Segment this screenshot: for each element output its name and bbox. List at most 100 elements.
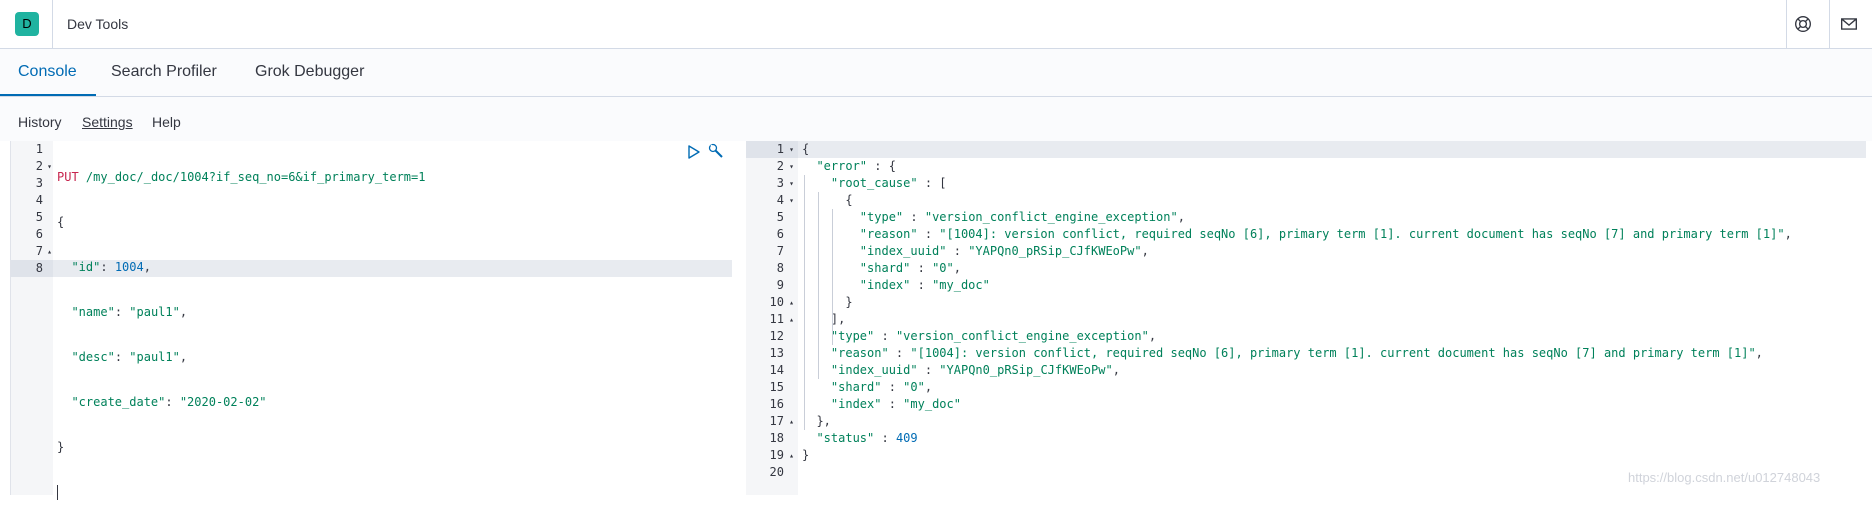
active-tab-indicator bbox=[0, 94, 96, 96]
json-value: "my_doc" bbox=[903, 397, 961, 411]
top-header: D Dev Tools bbox=[0, 0, 1872, 49]
app-logo[interactable]: D bbox=[15, 12, 39, 36]
line-number: 1 bbox=[35, 142, 43, 156]
fold-toggle-icon[interactable]: ▴ bbox=[789, 447, 794, 464]
line-number: 10 ▴ bbox=[769, 294, 794, 311]
json-punctuation: : bbox=[917, 363, 940, 377]
fold-toggle-icon[interactable]: ▴ bbox=[789, 413, 794, 430]
line-number: 13 bbox=[769, 346, 784, 360]
json-key: "index" bbox=[830, 397, 882, 411]
response-line: }, bbox=[802, 413, 1792, 430]
line-number: 17 ▴ bbox=[769, 413, 794, 430]
fold-toggle-icon[interactable]: ▴ bbox=[789, 294, 794, 311]
line-number: 5 bbox=[35, 210, 43, 224]
json-value: "paul1" bbox=[129, 350, 180, 364]
json-value: "2020-02-02" bbox=[179, 395, 267, 409]
line-number: 2 ▾ bbox=[35, 158, 52, 175]
response-line: "index" : "my_doc" bbox=[802, 277, 1792, 294]
response-line: "reason" : "[1004]: version conflict, re… bbox=[802, 226, 1792, 243]
fold-toggle-icon[interactable]: ▴ bbox=[789, 311, 794, 328]
tab-console[interactable]: Console bbox=[18, 63, 77, 81]
json-value: 409 bbox=[895, 431, 918, 445]
line-number: 4 bbox=[35, 193, 43, 207]
json-punctuation: }, bbox=[816, 414, 831, 428]
brace: { bbox=[57, 215, 65, 229]
json-punctuation: , bbox=[1141, 244, 1149, 258]
json-key: "type" bbox=[830, 329, 875, 343]
json-value: "YAPQn0_pRSip_CJfKWEoPw" bbox=[968, 244, 1142, 258]
history-link[interactable]: History bbox=[18, 114, 62, 130]
fold-toggle-icon[interactable]: ▾ bbox=[789, 192, 794, 209]
response-code[interactable]: { "error" : { "root_cause" : [ { "type" … bbox=[802, 141, 1792, 481]
line-number: 3 bbox=[35, 176, 43, 190]
json-punctuation: : [ bbox=[917, 176, 947, 190]
response-line: "type" : "version_conflict_engine_except… bbox=[802, 209, 1792, 226]
request-editor[interactable]: 1 2 ▾ 3 4 5 6 7 ▴ 8 PUT /my_doc/_doc/1004?… bbox=[10, 141, 732, 500]
line-number: 18 bbox=[769, 431, 784, 445]
response-line: { bbox=[802, 141, 1792, 158]
response-line: "root_cause" : [ bbox=[802, 175, 1792, 192]
wrench-icon[interactable] bbox=[707, 143, 725, 161]
json-value: "YAPQn0_pRSip_CJfKWEoPw" bbox=[939, 363, 1113, 377]
line-number: 2 ▾ bbox=[776, 158, 794, 175]
response-line: } bbox=[802, 294, 1792, 311]
indent-guide bbox=[804, 175, 805, 430]
json-value: "[1004]: version conflict, required seqN… bbox=[939, 227, 1785, 241]
fold-toggle-icon[interactable]: ▾ bbox=[789, 141, 794, 158]
fold-toggle-icon[interactable]: ▾ bbox=[789, 158, 794, 175]
line-number: 12 bbox=[769, 329, 784, 343]
header-divider bbox=[1829, 0, 1830, 49]
json-punctuation: { bbox=[845, 193, 853, 207]
tab-search-profiler[interactable]: Search Profiler bbox=[111, 63, 217, 81]
line-number: 7 bbox=[776, 244, 784, 258]
tab-grok-debugger[interactable]: Grok Debugger bbox=[255, 63, 364, 81]
json-value: "[1004]: version conflict, required seqN… bbox=[910, 346, 1756, 360]
json-punctuation: : bbox=[946, 244, 969, 258]
app-title: Dev Tools bbox=[67, 16, 129, 32]
json-punctuation: , bbox=[1112, 363, 1120, 377]
response-line: "reason" : "[1004]: version conflict, re… bbox=[802, 345, 1792, 362]
json-key: "index" bbox=[859, 278, 911, 292]
mail-icon[interactable] bbox=[1840, 15, 1858, 33]
line-number: 16 bbox=[769, 397, 784, 411]
help-link[interactable]: Help bbox=[152, 114, 181, 130]
send-request-icon[interactable] bbox=[687, 145, 701, 159]
json-punctuation: ], bbox=[830, 312, 846, 326]
text-cursor bbox=[57, 485, 58, 500]
devtools-tabs: Console Search Profiler Grok Debugger bbox=[0, 49, 1872, 97]
json-value: "0" bbox=[903, 380, 925, 394]
json-punctuation: : bbox=[888, 346, 911, 360]
json-key: "name" bbox=[71, 305, 115, 319]
fold-toggle-icon[interactable]: ▴ bbox=[47, 243, 52, 260]
json-punctuation: , bbox=[1148, 329, 1157, 343]
json-punctuation: : bbox=[881, 397, 904, 411]
response-viewer[interactable]: 1 ▾ 2 ▾ 3 ▾ 4 ▾ 5 6 7 8 9 10 ▴ 11 ▴ 12 13 14 15 16 17 ▴ 18 19 ▴ 20 … bbox=[746, 141, 1866, 495]
fold-toggle-icon[interactable]: ▾ bbox=[789, 175, 794, 192]
response-line: "type" : "version_conflict_engine_except… bbox=[802, 328, 1792, 345]
json-key: "create_date" bbox=[71, 395, 166, 409]
line-number: 14 bbox=[769, 363, 784, 377]
fold-toggle-icon[interactable]: ▾ bbox=[47, 158, 52, 175]
console-menu: History Settings Help bbox=[0, 97, 1872, 141]
json-key: "root_cause" bbox=[830, 176, 918, 190]
line-number: 5 bbox=[776, 210, 784, 224]
json-punctuation: , bbox=[1784, 227, 1792, 241]
json-punctuation: : bbox=[910, 278, 933, 292]
json-value: 1004 bbox=[114, 260, 144, 274]
line-number: 11 ▴ bbox=[769, 311, 794, 328]
json-punctuation: : bbox=[917, 227, 940, 241]
response-line: "index" : "my_doc" bbox=[802, 396, 1792, 413]
json-key: "error" bbox=[816, 159, 868, 173]
help-icon[interactable] bbox=[1794, 15, 1812, 33]
settings-link[interactable]: Settings bbox=[82, 114, 133, 130]
json-key: "shard" bbox=[830, 380, 882, 394]
json-punctuation: } bbox=[802, 448, 810, 462]
json-key: "index_uuid" bbox=[859, 244, 947, 258]
json-value: "version_conflict_engine_exception" bbox=[895, 329, 1149, 343]
json-punctuation: : bbox=[910, 261, 933, 275]
line-number: 8 bbox=[11, 260, 53, 277]
response-line: } bbox=[802, 447, 1792, 464]
request-code[interactable]: PUT /my_doc/_doc/1004?if_seq_no=6&if_pri… bbox=[57, 141, 425, 529]
json-value: "paul1" bbox=[129, 305, 180, 319]
json-punctuation: : { bbox=[867, 159, 896, 173]
